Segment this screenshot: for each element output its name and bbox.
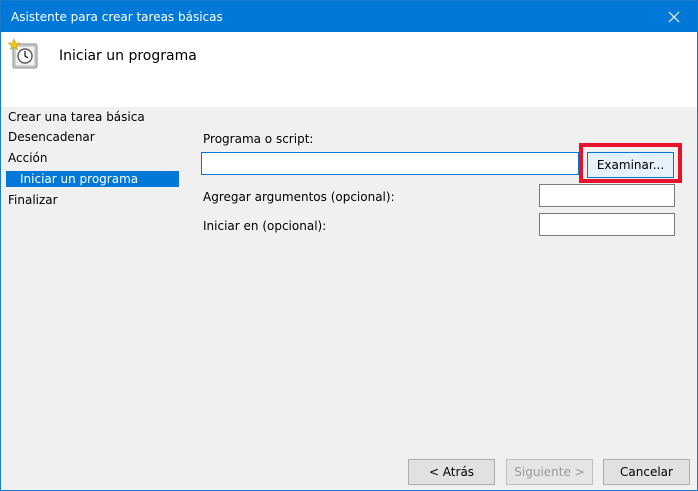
step-create-basic-task[interactable]: Crear una tarea básica bbox=[1, 109, 179, 125]
start-in-input[interactable] bbox=[539, 213, 675, 236]
wizard-header: Iniciar un programa bbox=[1, 32, 697, 107]
page-title: Iniciar un programa bbox=[59, 48, 197, 64]
arguments-label: Agregar argumentos (opcional): bbox=[203, 190, 395, 204]
cancel-button[interactable]: Cancelar bbox=[603, 459, 690, 485]
step-start-program[interactable]: Iniciar un programa bbox=[6, 171, 179, 187]
start-in-label: Iniciar en (opcional): bbox=[203, 219, 327, 233]
step-label: Iniciar un programa bbox=[20, 172, 139, 186]
wizard-window: Asistente para crear tareas básicas Inic… bbox=[0, 0, 698, 491]
step-trigger[interactable]: Desencadenar bbox=[1, 129, 179, 145]
task-scheduler-icon bbox=[7, 38, 40, 70]
program-input[interactable] bbox=[201, 152, 579, 175]
step-label: Acción bbox=[8, 151, 48, 165]
step-label: Crear una tarea básica bbox=[8, 110, 145, 124]
close-button[interactable] bbox=[651, 1, 697, 32]
arguments-input[interactable] bbox=[539, 184, 675, 207]
step-label: Finalizar bbox=[8, 193, 58, 207]
next-button[interactable]: Siguiente > bbox=[506, 459, 593, 485]
title-bar[interactable]: Asistente para crear tareas básicas bbox=[1, 1, 697, 32]
close-icon bbox=[668, 11, 680, 22]
program-label: Programa o script: bbox=[203, 132, 314, 146]
wizard-steps: Crear una tarea básica Desencadenar Acci… bbox=[1, 107, 183, 490]
back-button[interactable]: < Atrás bbox=[408, 459, 495, 485]
browse-button[interactable]: Examinar... bbox=[587, 152, 674, 178]
step-finish[interactable]: Finalizar bbox=[1, 192, 179, 208]
window-title: Asistente para crear tareas básicas bbox=[11, 10, 223, 24]
step-action[interactable]: Acción bbox=[1, 150, 179, 166]
step-label: Desencadenar bbox=[8, 130, 95, 144]
